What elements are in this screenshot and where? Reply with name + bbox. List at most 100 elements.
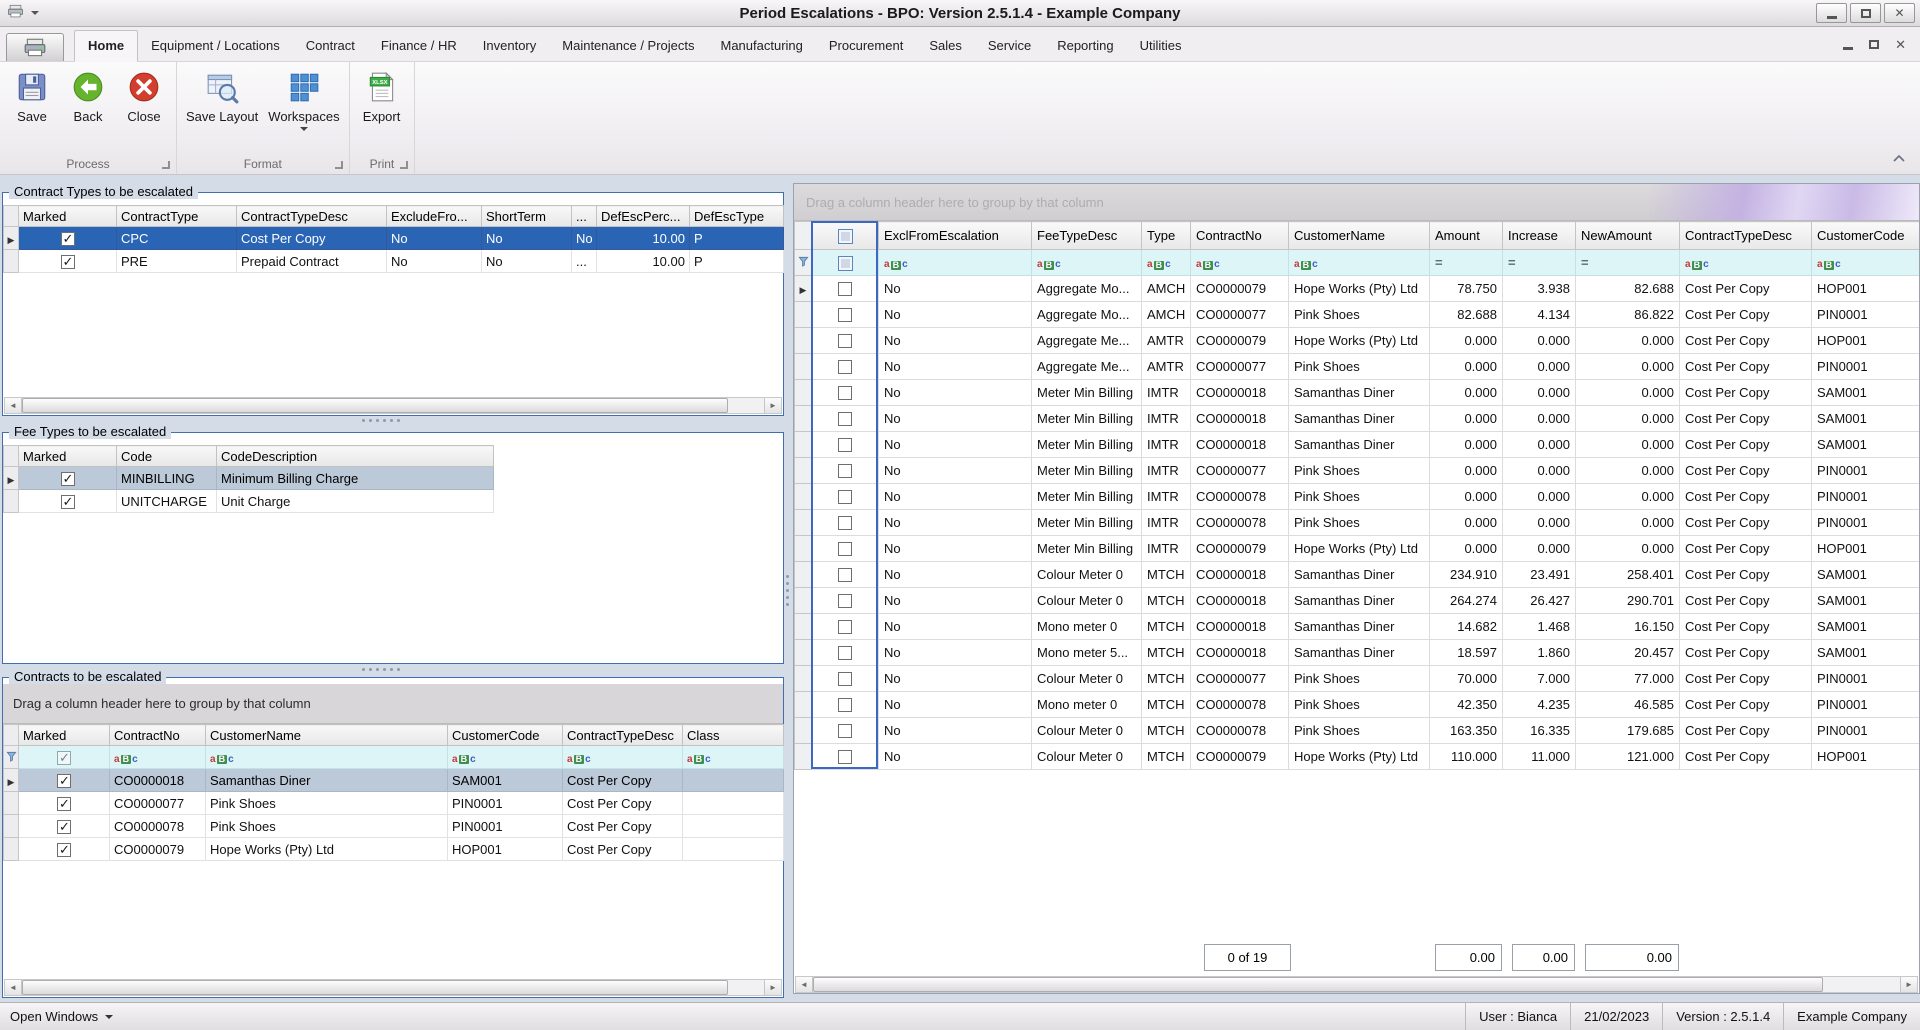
- excl-checkbox-cell[interactable]: [812, 328, 879, 354]
- column-header-code[interactable]: Code: [117, 446, 217, 467]
- table-row[interactable]: NoMeter Min BillingIMTRCO0000018Samantha…: [795, 406, 1920, 432]
- marked-cell[interactable]: [19, 815, 110, 838]
- table-row[interactable]: NoAggregate Me...AMTRCO0000079Hope Works…: [795, 328, 1920, 354]
- checkbox[interactable]: [838, 750, 852, 764]
- table-row[interactable]: NoMeter Min BillingIMTRCO0000018Samantha…: [795, 432, 1920, 458]
- checkbox[interactable]: [838, 412, 852, 426]
- marked-cell[interactable]: [19, 490, 117, 513]
- checkbox[interactable]: [838, 724, 852, 738]
- tab-sales[interactable]: Sales: [916, 30, 975, 61]
- excl-checkbox-cell[interactable]: [812, 536, 879, 562]
- filter-cell[interactable]: aBc: [563, 746, 683, 769]
- contracts-hscrollbar[interactable]: ◄ ►: [4, 979, 782, 996]
- table-row[interactable]: UNITCHARGEUnit Charge: [4, 490, 494, 513]
- column-header-customercode[interactable]: CustomerCode: [1812, 222, 1920, 250]
- checkbox[interactable]: [838, 464, 852, 478]
- column-header-codedescription[interactable]: CodeDescription: [217, 446, 494, 467]
- scroll-thumb[interactable]: [813, 977, 1823, 992]
- select-column-checkbox-icon[interactable]: [838, 256, 853, 271]
- column-header-class[interactable]: Class: [683, 725, 784, 746]
- excl-checkbox-cell[interactable]: [812, 588, 879, 614]
- table-row[interactable]: NoColour Meter 0MTCHCO0000018Samanthas D…: [795, 562, 1920, 588]
- marked-cell[interactable]: [19, 838, 110, 861]
- tab-contract[interactable]: Contract: [293, 30, 368, 61]
- checkbox[interactable]: [838, 282, 852, 296]
- checkbox[interactable]: [838, 672, 852, 686]
- table-row[interactable]: NoMeter Min BillingIMTRCO0000078Pink Sho…: [795, 510, 1920, 536]
- scroll-thumb[interactable]: [22, 980, 728, 995]
- filter-cell[interactable]: aBc: [1032, 250, 1142, 276]
- filter-cell[interactable]: aBc: [1142, 250, 1191, 276]
- column-header-customername[interactable]: CustomerName: [206, 725, 448, 746]
- excl-checkbox-cell[interactable]: [812, 614, 879, 640]
- table-row[interactable]: NoMeter Min BillingIMTRCO0000077Pink Sho…: [795, 458, 1920, 484]
- column-header-feetypedesc[interactable]: FeeTypeDesc: [1032, 222, 1142, 250]
- export-button[interactable]: XLSX Export: [354, 64, 410, 124]
- filter-abc-icon[interactable]: aBc: [567, 755, 591, 765]
- column-header-exclfromescalation[interactable]: ExclFromEscalation: [879, 222, 1032, 250]
- column-header-amount[interactable]: Amount: [1430, 222, 1503, 250]
- table-row[interactable]: NoMeter Min BillingIMTRCO0000078Pink Sho…: [795, 484, 1920, 510]
- checkbox[interactable]: [838, 308, 852, 322]
- table-row[interactable]: CO0000078Pink ShoesPIN0001Cost Per Copy: [4, 815, 784, 838]
- excl-checkbox-cell[interactable]: [812, 692, 879, 718]
- tab-utilities[interactable]: Utilities: [1127, 30, 1195, 61]
- checkbox[interactable]: [57, 774, 71, 788]
- marked-cell[interactable]: [19, 467, 117, 490]
- marked-cell[interactable]: [19, 792, 110, 815]
- filter-equals-icon[interactable]: =: [1508, 255, 1516, 270]
- table-row[interactable]: ▶MINBILLINGMinimum Billing Charge: [4, 467, 494, 490]
- close-window-button[interactable]: ✕: [1884, 3, 1915, 23]
- panel-splitter-handle[interactable]: [786, 575, 789, 606]
- filter-cell[interactable]: [812, 250, 879, 276]
- tab-equipment-locations[interactable]: Equipment / Locations: [138, 30, 293, 61]
- table-row[interactable]: NoAggregate Me...AMTRCO0000077Pink Shoes…: [795, 354, 1920, 380]
- excl-checkbox-cell[interactable]: [812, 302, 879, 328]
- mdi-close-icon[interactable]: ✕: [1895, 38, 1906, 51]
- contracts-group-by-bar[interactable]: Drag a column header here to group by th…: [3, 684, 783, 724]
- table-row[interactable]: CO0000077Pink ShoesPIN0001Cost Per Copy: [4, 792, 784, 815]
- dialog-launcher-icon[interactable]: [335, 161, 343, 169]
- dialog-launcher-icon[interactable]: [400, 161, 408, 169]
- collapse-ribbon-icon[interactable]: [1892, 151, 1906, 166]
- filter-abc-icon[interactable]: aBc: [687, 755, 711, 765]
- table-row[interactable]: NoAggregate Mo...AMCHCO0000077Pink Shoes…: [795, 302, 1920, 328]
- column-header-contractno[interactable]: ContractNo: [1191, 222, 1289, 250]
- checkbox[interactable]: [838, 594, 852, 608]
- column-header-contracttype[interactable]: ContractType: [117, 206, 237, 227]
- filter-abc-icon[interactable]: aBc: [452, 755, 476, 765]
- excl-checkbox-cell[interactable]: [812, 640, 879, 666]
- tab-procurement[interactable]: Procurement: [816, 30, 916, 61]
- close-button[interactable]: Close: [116, 64, 172, 124]
- marked-cell[interactable]: [19, 250, 117, 273]
- auto-filter-row[interactable]: aBcaBcaBcaBcaBc: [4, 746, 784, 769]
- checkbox[interactable]: [838, 360, 852, 374]
- column-header-customercode[interactable]: CustomerCode: [448, 725, 563, 746]
- column-header-col[interactable]: ...: [572, 206, 597, 227]
- table-row[interactable]: ▶CPCCost Per CopyNoNoNo10.00P: [4, 227, 784, 250]
- save-button[interactable]: Save: [4, 64, 60, 124]
- checkbox[interactable]: [61, 232, 75, 246]
- workspaces-button[interactable]: Workspaces: [263, 64, 344, 131]
- back-button[interactable]: Back: [60, 64, 116, 124]
- save-layout-button[interactable]: Save Layout: [181, 64, 263, 124]
- table-row[interactable]: NoMeter Min BillingIMTRCO0000018Samantha…: [795, 380, 1920, 406]
- column-header-contracttypedesc[interactable]: ContractTypeDesc: [1680, 222, 1812, 250]
- tab-home[interactable]: Home: [74, 30, 138, 62]
- column-header-marked[interactable]: Marked: [19, 446, 117, 467]
- checkbox[interactable]: [838, 542, 852, 556]
- filter-cell[interactable]: aBc: [448, 746, 563, 769]
- scroll-right-icon[interactable]: ►: [764, 980, 781, 995]
- workspaces-dropdown-icon[interactable]: [300, 127, 308, 131]
- filter-abc-icon[interactable]: aBc: [1196, 260, 1220, 270]
- escalations-group-by-bar[interactable]: Drag a column header here to group by th…: [794, 184, 1919, 221]
- marked-cell[interactable]: [19, 769, 110, 792]
- checkbox[interactable]: [57, 820, 71, 834]
- mdi-restore-icon[interactable]: [1869, 40, 1879, 49]
- column-header-newamount[interactable]: NewAmount: [1576, 222, 1680, 250]
- scroll-right-icon[interactable]: ►: [1900, 977, 1917, 992]
- column-header-shortterm[interactable]: ShortTerm: [482, 206, 572, 227]
- column-header-contracttypedesc[interactable]: ContractTypeDesc: [237, 206, 387, 227]
- checkbox[interactable]: [838, 438, 852, 452]
- checkbox[interactable]: [57, 843, 71, 857]
